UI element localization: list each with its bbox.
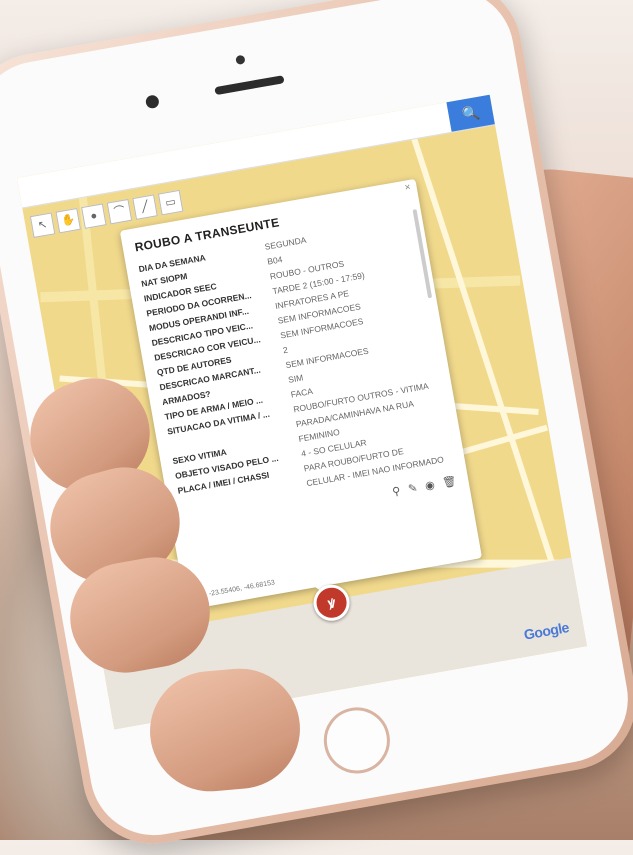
delete-icon[interactable]: 🗑	[441, 474, 458, 489]
rectangle-tool-icon[interactable]: ▭	[157, 189, 184, 216]
coordinates-value: -23.55406, -46.68153	[208, 579, 276, 598]
search-button[interactable]: 🔍	[446, 94, 495, 132]
camera-icon[interactable]: ◉	[424, 478, 436, 492]
popup-fields: DIA DA SEMANA SEGUNDA NAT SIOPM B04 INDICA…	[138, 215, 448, 513]
close-icon[interactable]: ×	[404, 182, 412, 194]
style-icon[interactable]: ⚲	[391, 484, 401, 498]
search-icon: 🔍	[460, 103, 481, 123]
popup-actions: ⚲ ✎ ◉ 🗑	[391, 474, 457, 498]
select-tool-icon[interactable]: ↖	[29, 212, 56, 238]
marker-tool-icon[interactable]: ●	[81, 203, 107, 229]
coordinates: 📍 -23.55406, -46.68153	[198, 578, 276, 599]
edit-icon[interactable]: ✎	[407, 481, 418, 495]
line-tool-icon[interactable]: ╱	[132, 194, 158, 220]
pan-tool-icon[interactable]: ✋	[55, 207, 81, 234]
polyline-tool-icon[interactable]: ⌒	[106, 198, 133, 225]
